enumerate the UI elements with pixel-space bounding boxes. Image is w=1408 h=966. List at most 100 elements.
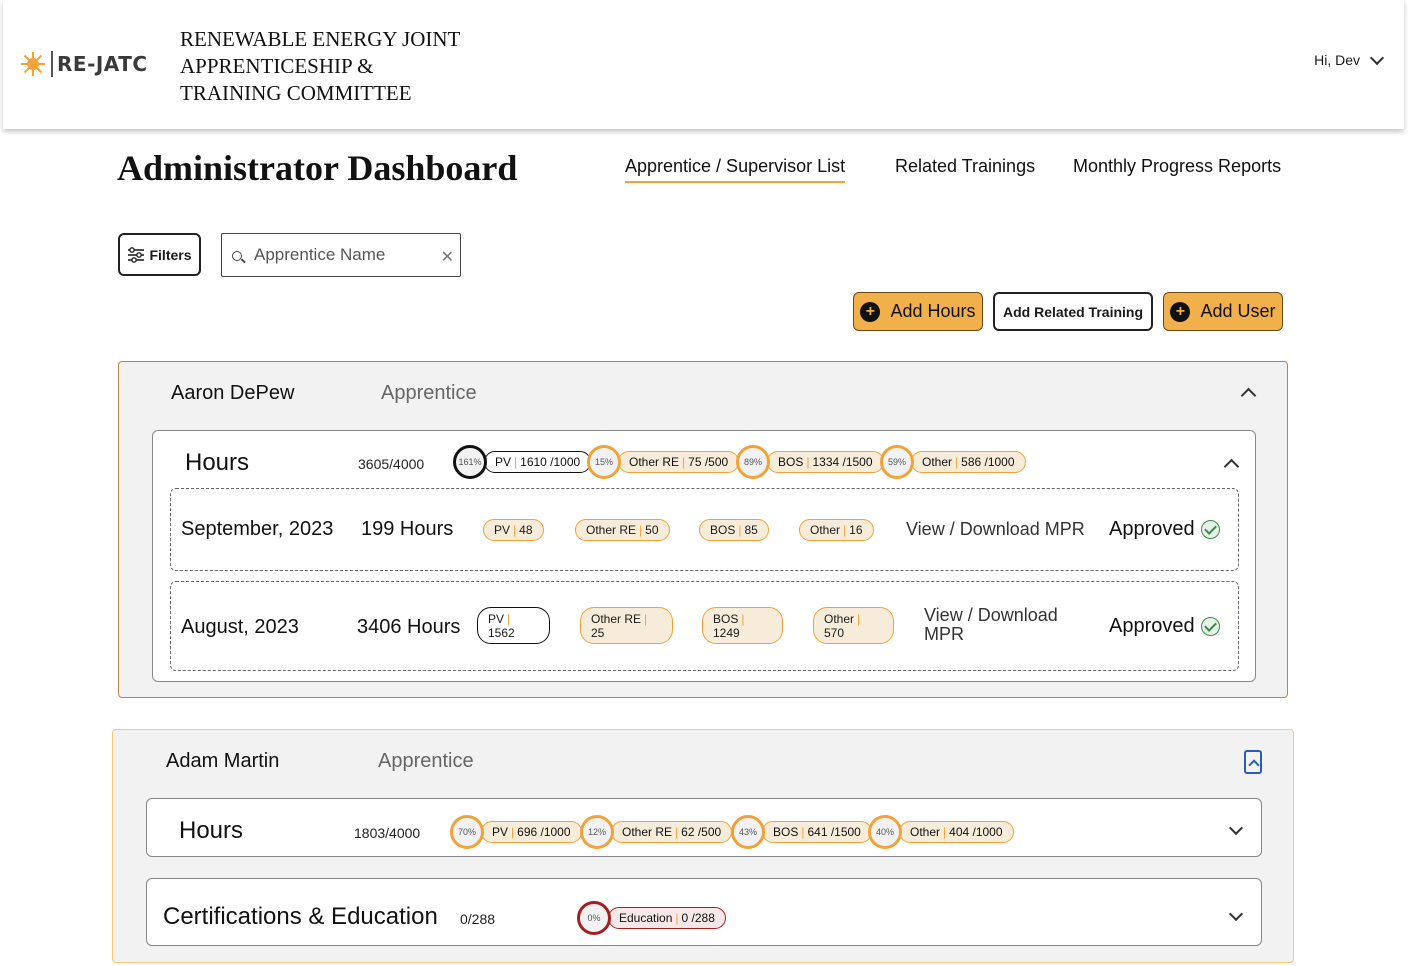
chip-label: Other RE [586,523,637,537]
tab-related-trainings[interactable]: Related Trainings [895,156,1035,181]
hours-title: Hours [185,449,250,476]
chip-label: BOS [710,523,736,537]
month-chip-bos: BOS | 85 [699,519,769,541]
progress-ring: 12% [580,815,614,849]
certifications-title: Certifications & Education [163,903,438,930]
add-related-training-button[interactable]: Add Related Training [993,292,1153,331]
chip-value: 85 [744,523,758,537]
month-chip-bos: BOS | 1249 [702,607,783,644]
person-role: Apprentice [378,750,474,772]
sliders-icon [128,246,145,263]
search-input[interactable] [254,242,434,268]
tab-apprentice-supervisor-list[interactable]: Apprentice / Supervisor List [625,156,846,183]
month-hours: 3406 Hours [357,616,461,638]
close-icon[interactable]: ✕ [441,247,454,267]
mpr-link-line: View / Download [924,605,1058,625]
category-value: 1610 /1000 [520,455,581,469]
category-label: Other RE [622,825,673,839]
progress-ring: 40% [868,815,902,849]
top-header: RE-JATC RENEWABLE ENERGY JOINT APPRENTIC… [3,0,1404,129]
month-chip-other: Other | 16 [799,519,874,541]
progress-pill: PV | 1610 /1000 [484,451,592,473]
logo[interactable]: RE-JATC [20,51,148,77]
month-date: August, 2023 [181,616,299,638]
progress-pill: Education | 0 /288 [608,907,726,929]
greeting: Hi, Dev [1314,52,1360,68]
category-value: 586 /1000 [961,455,1015,469]
month-chip-pv: PV | 48 [483,519,544,541]
progress-ring: 89% [736,445,770,479]
filters-label: Filters [149,246,192,263]
user-menu[interactable]: Hi, Dev [1314,50,1385,68]
progress-ring: 15% [587,445,621,479]
category-value: 404 /1000 [949,825,1003,839]
page-title: Administrator Dashboard [117,148,518,188]
certifications-panel: Certifications & Education 0/288 0% Educ… [146,878,1262,946]
status-approved: Approved [1109,518,1220,541]
progress-other-re: 15% Other RE | 75 /500 [587,445,740,479]
month-row: September, 2023 199 Hours PV | 48 Other RE… [170,488,1239,571]
hours-panel: Hours 1803/4000 70% PV | 696 /1000 12% Oth… [146,798,1262,857]
progress-pill: Other | 404 /1000 [899,821,1014,843]
org-name-line: RENEWABLE ENERGY JOINT [180,27,461,51]
hours-title: Hours [179,817,244,844]
org-name-line: TRAINING COMMITTEE [180,81,412,105]
status-label: Approved [1109,615,1195,637]
category-label: PV [495,455,512,469]
person-name: Aaron DePew [171,382,295,404]
progress-pill: Other RE | 62 /500 [611,821,733,843]
chevron-up-icon[interactable] [1240,387,1257,404]
progress-pv: 161% PV | 1610 /1000 [453,445,592,479]
chevron-down-icon[interactable] [1228,820,1244,836]
chevron-down-icon[interactable] [1228,906,1244,922]
hours-total: 1803/4000 [354,825,421,841]
month-chip-pv: PV | 1562 [477,607,550,644]
person-card: Adam Martin Apprentice Hours 1803/4000 7… [112,729,1294,963]
add-user-button[interactable]: + Add User [1163,292,1283,331]
status-approved: Approved [1109,615,1220,638]
chip-label: BOS [713,612,739,626]
month-chip-other: Other | 570 [813,607,894,644]
status-label: Approved [1109,518,1195,540]
chevron-up-icon[interactable] [1223,458,1240,475]
chip-label: Other RE [591,612,642,626]
collapse-icon[interactable] [1244,750,1262,774]
chip-label: PV [494,523,511,537]
category-label: BOS [778,455,804,469]
category-label: BOS [773,825,799,839]
category-label: Other [922,455,953,469]
add-user-label: Add User [1200,301,1276,321]
filters-button[interactable]: Filters [118,233,201,276]
tab-monthly-progress-reports[interactable]: Monthly Progress Reports [1073,156,1281,181]
person-card: Aaron DePew Apprentice Hours 3605/4000 1… [118,361,1288,698]
progress-other: 59% Other | 586 /1000 [880,445,1026,479]
logo-divider [51,51,53,77]
progress-other: 40% Other | 404 /1000 [868,815,1014,849]
org-name-line: APPRENTICESHIP & [180,54,374,78]
chip-value: 1562 [488,626,515,640]
chip-label: Other [824,612,855,626]
add-hours-button[interactable]: + Add Hours [853,292,983,331]
month-chip-other-re: Other RE | 25 [580,607,673,644]
category-value: 75 /500 [688,455,729,469]
search-box: ✕ [221,233,461,277]
sun-icon [20,51,46,77]
progress-education: 0% Education | 0 /288 [577,901,726,935]
chip-value: 50 [645,523,659,537]
chevron-down-icon[interactable] [1369,50,1385,66]
mpr-link[interactable]: View / Download MPR [924,606,1058,644]
progress-pill: Other | 586 /1000 [911,451,1026,473]
certifications-total: 0/288 [460,911,496,927]
month-hours: 199 Hours [361,518,454,540]
search-icon [232,251,242,261]
category-label: Other RE [629,455,680,469]
category-value: 1334 /1500 [812,455,873,469]
chip-label: Other [810,523,841,537]
month-chip-other-re: Other RE | 50 [575,519,670,541]
mpr-link[interactable]: View / Download MPR [906,519,1085,540]
progress-ring: 70% [450,815,484,849]
chip-value: 25 [591,626,605,640]
chip-value: 48 [519,523,533,537]
hours-panel: Hours 3605/4000 161% PV | 1610 /1000 15% O… [152,430,1256,682]
org-name: RENEWABLE ENERGY JOINT APPRENTICESHIP & … [180,26,480,107]
